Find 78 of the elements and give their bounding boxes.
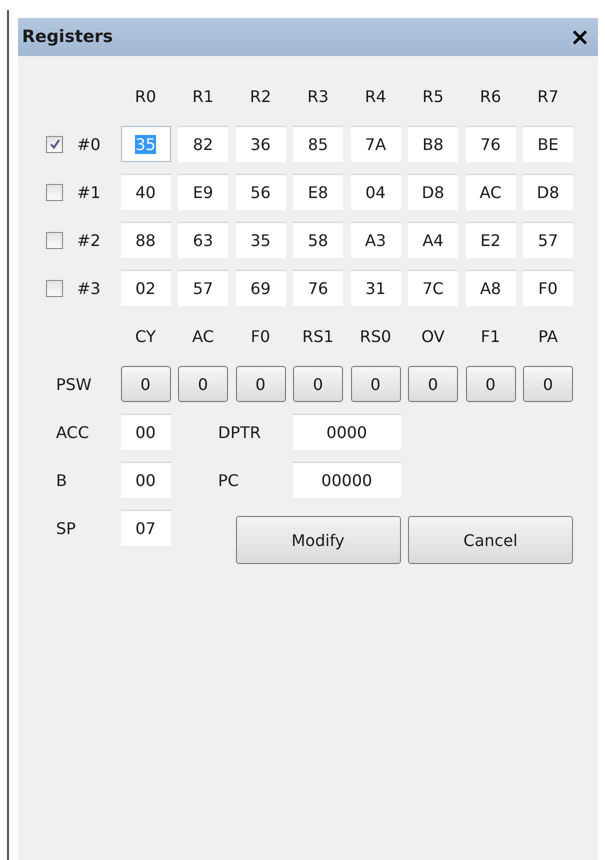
flag-bit-button[interactable]: 0 <box>466 366 516 402</box>
register-field[interactable]: 00 <box>120 462 170 498</box>
flag-bit-button[interactable]: 0 <box>178 366 228 402</box>
modify-button[interactable]: Modify <box>236 516 400 564</box>
register-field[interactable]: 85 <box>293 126 343 162</box>
column-header: R4 <box>364 86 388 108</box>
bank-checkbox[interactable] <box>46 232 63 248</box>
flag-header: CY <box>134 326 157 348</box>
register-label: SP <box>55 518 77 540</box>
register-field[interactable]: E9 <box>178 174 228 210</box>
register-field[interactable]: A3 <box>350 222 400 258</box>
flag-bit-button[interactable]: 0 <box>523 366 573 402</box>
column-header: R0 <box>134 86 158 108</box>
register-field[interactable]: A4 <box>408 222 458 258</box>
bank-label: #1 <box>77 182 101 202</box>
register-field[interactable]: 57 <box>178 270 228 306</box>
register-field[interactable]: 63 <box>178 222 228 258</box>
bank-checkbox[interactable] <box>46 184 63 200</box>
register-field[interactable]: D8 <box>408 174 458 210</box>
register-field[interactable]: 0000 <box>293 414 400 450</box>
register-label: ACC <box>55 422 90 444</box>
column-header: R1 <box>191 86 215 108</box>
window-title: Registers <box>22 27 113 47</box>
register-field[interactable]: AC <box>466 174 516 210</box>
register-field[interactable]: 00 <box>120 414 170 450</box>
column-header: R6 <box>478 86 502 108</box>
register-field[interactable]: 76 <box>293 270 343 306</box>
bank-label: #2 <box>77 230 101 250</box>
column-header: R3 <box>306 86 330 108</box>
register-label: PC <box>217 470 240 492</box>
register-field[interactable]: 88 <box>120 222 170 258</box>
register-field[interactable]: 7A <box>350 126 400 162</box>
register-field[interactable]: 82 <box>178 126 228 162</box>
register-field[interactable]: 31 <box>350 270 400 306</box>
cancel-button[interactable]: Cancel <box>408 516 573 564</box>
register-field[interactable]: 04 <box>350 174 400 210</box>
close-button[interactable]: × <box>568 25 592 49</box>
register-field[interactable]: 35 <box>236 222 286 258</box>
register-field[interactable]: D8 <box>523 174 573 210</box>
flag-bit-button[interactable]: 0 <box>120 366 170 402</box>
flag-bit-button[interactable]: 0 <box>350 366 400 402</box>
register-field[interactable]: E8 <box>293 174 343 210</box>
flag-bit-button[interactable]: 0 <box>236 366 286 402</box>
register-field[interactable]: 69 <box>236 270 286 306</box>
register-field[interactable]: 76 <box>466 126 516 162</box>
register-field[interactable]: 56 <box>236 174 286 210</box>
register-field[interactable]: 58 <box>293 222 343 258</box>
flag-header: RS1 <box>301 326 335 348</box>
flag-header: AC <box>191 326 215 348</box>
bank-label: #3 <box>77 278 101 298</box>
register-field[interactable]: 57 <box>523 222 573 258</box>
column-header: R2 <box>248 86 272 108</box>
column-header: R5 <box>421 86 445 108</box>
register-field[interactable]: F0 <box>523 270 573 306</box>
register-field[interactable]: 36 <box>236 126 286 162</box>
flag-bit-button[interactable]: 0 <box>408 366 458 402</box>
register-field[interactable]: 00000 <box>293 462 400 498</box>
register-field[interactable]: E2 <box>466 222 516 258</box>
psw-label: PSW <box>55 374 93 396</box>
register-field[interactable]: 07 <box>120 510 170 546</box>
register-field[interactable]: BE <box>523 126 573 162</box>
register-field[interactable]: 02 <box>120 270 170 306</box>
flag-header: F0 <box>250 326 272 348</box>
register-field[interactable]: 40 <box>120 174 170 210</box>
column-header: R7 <box>536 86 560 108</box>
register-label: B <box>55 470 68 492</box>
register-field[interactable]: 7C <box>408 270 458 306</box>
register-field[interactable]: B8 <box>408 126 458 162</box>
flag-header: RS0 <box>358 326 392 348</box>
register-field[interactable]: A8 <box>466 270 516 306</box>
flag-header: F1 <box>480 326 502 348</box>
bank-label: #0 <box>77 134 101 154</box>
flag-bit-button[interactable]: 0 <box>293 366 343 402</box>
register-label: DPTR <box>217 422 262 444</box>
bank-checkbox[interactable] <box>46 136 63 152</box>
flag-header: OV <box>420 326 446 348</box>
flag-header: PA <box>537 326 559 348</box>
bank-checkbox[interactable] <box>46 280 63 296</box>
